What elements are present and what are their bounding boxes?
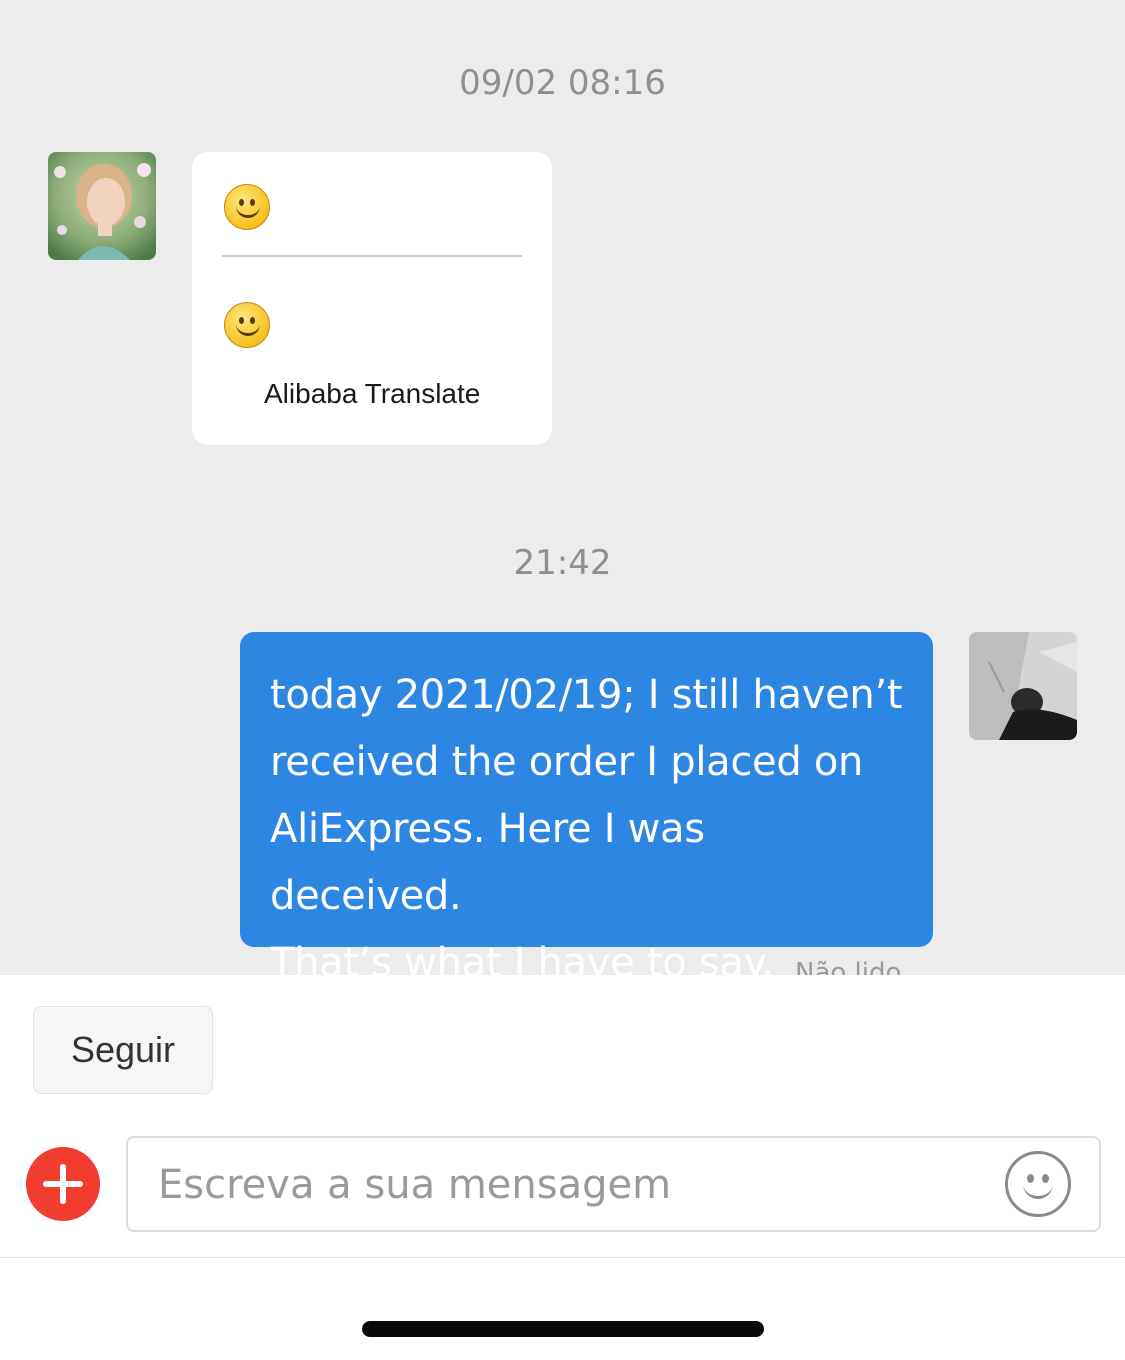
home-indicator[interactable] (362, 1321, 764, 1337)
divider (0, 1257, 1125, 1258)
user-avatar[interactable] (969, 632, 1077, 740)
read-status: Não lido (795, 958, 902, 975)
user-avatar-photo (969, 632, 1077, 740)
smiley-emoji-icon (224, 184, 270, 230)
message-line: AliExpress. Here I was deceived. (270, 806, 705, 919)
translation-divider (222, 255, 522, 257)
message-input[interactable] (156, 1152, 980, 1218)
message-input-box[interactable] (126, 1136, 1101, 1232)
translation-label: Alibaba Translate (264, 378, 481, 409)
outgoing-message-bubble[interactable]: today 2021/02/19; I still haven’t receiv… (240, 632, 933, 975)
incoming-message-bubble[interactable]: Alibaba Translate (192, 152, 552, 445)
chat-area: 09/02 08:16 Alibaba Translate 21:42 toda… (0, 0, 1125, 975)
follow-button[interactable]: Seguir (33, 1006, 213, 1094)
timestamp: 09/02 08:16 (459, 63, 666, 103)
smiley-emoji-icon (224, 302, 270, 348)
composer-panel: Seguir (0, 975, 1125, 1360)
smiley-icon[interactable] (1005, 1151, 1071, 1217)
message-line: received the order I placed on (270, 739, 864, 785)
timestamp: 21:42 (513, 543, 612, 583)
seller-avatar[interactable] (48, 152, 156, 260)
message-line: today 2021/02/19; I still haven’t (270, 672, 903, 718)
seller-avatar-photo (48, 152, 156, 260)
plus-icon[interactable] (26, 1147, 100, 1221)
